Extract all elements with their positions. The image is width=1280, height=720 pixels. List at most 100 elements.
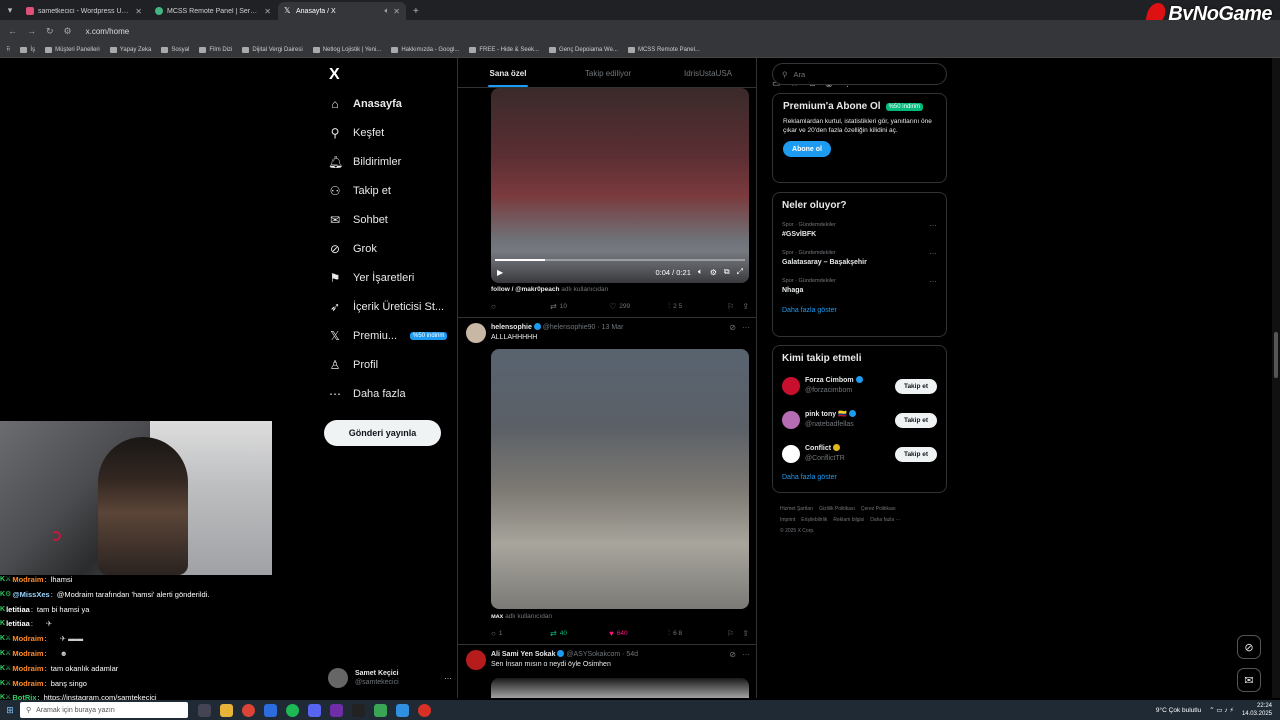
nav-item-grok[interactable]: ⊘ Grok (328, 242, 377, 256)
fullscreen-icon[interactable]: ⤢ (737, 267, 743, 277)
share-icon[interactable]: ⇪ (742, 629, 749, 638)
app-icon[interactable] (264, 703, 277, 717)
trend-item[interactable]: Spor · Gündemdekiler Galatasaray – Başakş… (782, 249, 937, 267)
discord-icon[interactable] (308, 703, 321, 717)
browser-tab-2[interactable]: 𝕏 Anasayfa / X 🔈︎ ✕ (278, 2, 406, 20)
media-credit[interactable]: ᴍᴀx adlı kullanıcıdan (491, 613, 552, 620)
nav-item-chat[interactable]: ✉ Sohbet (328, 213, 388, 227)
tab-following[interactable]: Takip ediliyor (558, 58, 658, 87)
tab-search-icon[interactable]: ▾ (4, 4, 16, 16)
nav-item-home[interactable]: ⌂ Anasayfa (328, 97, 402, 111)
reply-button[interactable]: ○ 1 (491, 629, 550, 638)
x-logo-icon[interactable]: X (329, 66, 340, 84)
grok-icon[interactable]: ⊘ (729, 323, 736, 332)
scrollbar-thumb[interactable] (1274, 332, 1278, 378)
speaker-icon[interactable]: 🔈︎ (384, 6, 389, 16)
new-tab-button[interactable]: + (413, 6, 419, 17)
app-icon[interactable] (374, 703, 387, 717)
taskbar-search[interactable]: ⚲ Aramak için buraya yazın (20, 702, 188, 718)
subscribe-button[interactable]: Abone ol (783, 141, 831, 157)
tab-list[interactable]: IdrisUstaUSA (658, 58, 756, 87)
footer-link[interactable]: Hizmet Şartları (780, 506, 813, 512)
nav-item-bookmarks[interactable]: ⚑ Yer İşaretleri (328, 271, 415, 285)
follow-button[interactable]: Takip et (895, 412, 937, 428)
bookmark-item[interactable]: FREE - Hide & Seek... (469, 46, 539, 53)
footer-link[interactable]: Gizlilik Politikası (819, 506, 855, 512)
nav-item-explore[interactable]: ⚲ Keşfet (328, 126, 385, 140)
close-tab-icon[interactable]: ✕ (135, 7, 142, 16)
play-icon[interactable]: ▶ (497, 268, 503, 277)
views-button[interactable]: ⫶ 2 5 (668, 301, 727, 311)
clock[interactable]: 22:24 14.03.2025 (1242, 702, 1272, 718)
url-field[interactable]: x.com/home (86, 27, 130, 36)
nav-item-profile[interactable]: ♙ Profil (328, 358, 378, 372)
site-info-icon[interactable]: ⚙ (64, 26, 72, 37)
bookmark-icon[interactable]: ⚐ (727, 302, 734, 311)
weather-widget[interactable]: 9°C Çok bulutlu (1156, 707, 1201, 714)
video-credit[interactable]: follow / @makr0peach adlı kullanıcıdan (491, 286, 608, 293)
app-icon[interactable] (396, 703, 409, 717)
author-name[interactable]: helensophie (491, 324, 532, 331)
post-media[interactable] (491, 678, 749, 698)
bookmark-item[interactable]: MCSS Remote Panel... (627, 46, 700, 53)
like-button[interactable]: ♥ 640 (609, 629, 668, 638)
browser-tab-0[interactable]: sametkecici - Wordpress Uzman... ✕ (20, 2, 148, 20)
more-dots-icon[interactable]: ··· (929, 221, 937, 230)
footer-link[interactable]: Imprint (780, 517, 795, 523)
post-media[interactable] (491, 349, 749, 609)
footer-link[interactable]: Erişilebilirlik (801, 517, 827, 523)
messages-fab-icon[interactable]: ✉ (1237, 668, 1261, 692)
spotify-icon[interactable] (286, 703, 299, 717)
reply-button[interactable]: ○ (491, 302, 550, 311)
repost-button[interactable]: ⇄ 40 (550, 629, 609, 638)
settings-icon[interactable]: ⚙ (710, 268, 717, 277)
nav-item-more[interactable]: ⋯ Daha fazla (328, 387, 406, 401)
trend-item[interactable]: Spor · Gündemdekiler Nhaga ··· (782, 277, 937, 295)
more-dots-icon[interactable]: ··· (929, 249, 937, 258)
more-dots-icon[interactable]: ··· (929, 277, 937, 286)
scrollbar[interactable] (1272, 58, 1280, 698)
apps-icon[interactable]: ⠿ (6, 46, 10, 53)
close-tab-icon[interactable]: ✕ (393, 7, 400, 16)
avatar[interactable] (466, 323, 486, 343)
views-button[interactable]: ⫶ 6 8 (668, 628, 727, 638)
avatar[interactable] (466, 650, 486, 670)
task-view-icon[interactable] (198, 703, 211, 717)
show-more-link[interactable]: Daha fazla göster (782, 307, 937, 314)
bookmark-item[interactable]: Hakkımızda - Googl... (391, 46, 459, 53)
bookmark-item[interactable]: Genç Depoiama We... (549, 46, 618, 53)
more-dots-icon[interactable]: ··· (742, 650, 750, 659)
share-icon[interactable]: ⇪ (742, 302, 749, 311)
author-name[interactable]: Ali Sami Yen Sokak (491, 651, 555, 658)
suggestion-row[interactable]: pink tony 🇨🇴 @natebadfellas Takip et (782, 408, 937, 432)
volume-icon[interactable]: 🔈︎ (698, 267, 703, 277)
grok-fab-icon[interactable]: ⊘ (1237, 635, 1261, 659)
tray-icons[interactable]: ⌃ ▭ ♪ ⚡ (1209, 706, 1234, 714)
more-dots-icon[interactable]: ··· (444, 674, 452, 683)
file-explorer-icon[interactable] (220, 703, 233, 717)
video-player[interactable]: ▶ 0:04 / 0:21 🔈︎ ⚙ ⧉ ⤢ (491, 88, 749, 283)
reload-icon[interactable]: ↻ (46, 26, 54, 37)
bookmark-item[interactable]: Netlog Lojistik | Yeni... (312, 46, 381, 53)
follow-button[interactable]: Takip et (895, 378, 937, 394)
app-icon[interactable] (352, 703, 365, 717)
bookmark-item[interactable]: Müşteri Panelleri (45, 46, 100, 53)
bookmark-item[interactable]: Sosyal (161, 46, 189, 53)
repost-button[interactable]: ⇄ 10 (550, 302, 609, 311)
footer-link[interactable]: Reklam bilgisi (833, 517, 864, 523)
bookmark-item[interactable]: Dijital Vergi Dairesi (242, 46, 303, 53)
nav-item-follow[interactable]: ⚇ Takip et (328, 184, 391, 198)
chrome-icon[interactable] (242, 703, 255, 717)
like-button[interactable]: ♡ 299 (609, 302, 668, 311)
forward-icon[interactable]: → (27, 26, 36, 36)
back-icon[interactable]: ← (8, 26, 17, 36)
close-tab-icon[interactable]: ✕ (264, 7, 271, 16)
footer-link[interactable]: Çerez Politikası (861, 506, 896, 512)
trend-item[interactable]: Spor · Gündemdekiler #GSvİBFK ··· (782, 221, 937, 239)
more-dots-icon[interactable]: ··· (742, 323, 750, 332)
app-icon[interactable] (330, 703, 343, 717)
post-button[interactable]: Gönderi yayınla (324, 420, 441, 446)
bookmark-icon[interactable]: ⚐ (727, 629, 734, 638)
pip-icon[interactable]: ⧉ (724, 267, 730, 277)
account-switcher[interactable]: Samet Keçici @samtekecici ··· (328, 663, 452, 693)
